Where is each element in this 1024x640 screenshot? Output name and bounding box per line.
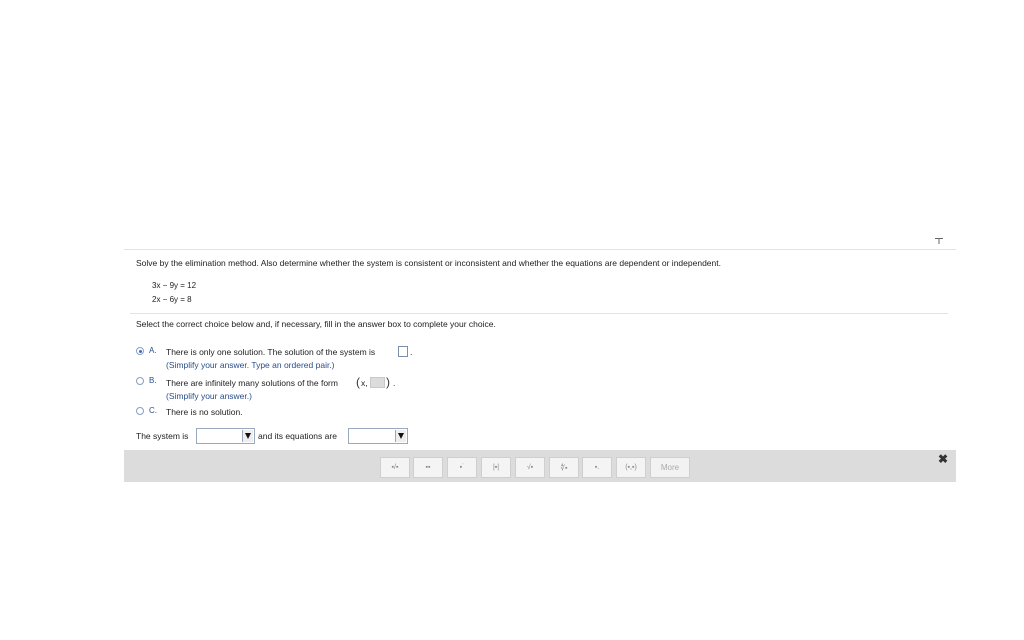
dependence-select[interactable] bbox=[348, 428, 408, 444]
middle-divider bbox=[130, 313, 948, 314]
choice-a-radio[interactable] bbox=[136, 347, 144, 355]
choice-a-hint: (Simplify your answer. Type an ordered p… bbox=[166, 360, 335, 370]
nth-root-button[interactable]: ∜▪ bbox=[549, 457, 579, 478]
exponent-icon: ▪˙ bbox=[459, 464, 465, 471]
ordered-pair-button[interactable]: (▪,▪) bbox=[616, 457, 646, 478]
system-sentence-part1: The system is bbox=[136, 431, 189, 441]
instructions: Select the correct choice below and, if … bbox=[136, 319, 496, 329]
question-prompt: Solve by the elimination method. Also de… bbox=[136, 258, 721, 268]
choice-b-text[interactable]: There are infinitely many solutions of t… bbox=[166, 378, 338, 389]
close-icon[interactable]: ✖ bbox=[938, 452, 948, 466]
absolute-value-icon: |▪| bbox=[492, 464, 500, 471]
square-root-icon: √▪ bbox=[526, 464, 534, 471]
subscript-icon: ▪. bbox=[594, 464, 600, 471]
absolute-value-button[interactable]: |▪| bbox=[481, 457, 511, 478]
fraction-button[interactable]: ▪/▪ bbox=[380, 457, 410, 478]
chevron-down-icon[interactable] bbox=[395, 430, 406, 442]
system-sentence-part2: and its equations are bbox=[258, 431, 337, 441]
ordered-pair-icon: (▪,▪) bbox=[625, 464, 637, 471]
choice-a-letter[interactable]: A. bbox=[149, 346, 157, 355]
chevron-down-icon[interactable] bbox=[242, 430, 253, 442]
choice-b-close-paren: ) bbox=[386, 375, 390, 389]
nth-root-icon: ∜▪ bbox=[560, 464, 568, 472]
choice-b-radio[interactable] bbox=[136, 377, 144, 385]
subscript-button[interactable]: ▪. bbox=[582, 457, 612, 478]
choice-a-answer-box[interactable] bbox=[398, 346, 408, 357]
mixed-number-button[interactable]: ▪▪ bbox=[413, 457, 443, 478]
more-button-label: More bbox=[660, 463, 680, 472]
choice-c-text[interactable]: There is no solution. bbox=[166, 407, 243, 418]
mixed-number-icon: ▪▪ bbox=[425, 464, 431, 471]
choice-b-open-paren: ( bbox=[356, 375, 360, 389]
equation-2: 2x − 6y = 8 bbox=[152, 295, 192, 304]
fraction-icon: ▪/▪ bbox=[391, 464, 399, 471]
choice-a-text[interactable]: There is only one solution. The solution… bbox=[166, 347, 375, 358]
choice-b-form-prefix: x, bbox=[361, 378, 368, 388]
top-divider bbox=[124, 249, 956, 250]
more-button[interactable]: More bbox=[650, 457, 690, 478]
consistency-select[interactable] bbox=[196, 428, 255, 444]
equation-1: 3x − 9y = 12 bbox=[152, 281, 197, 290]
choice-c-letter[interactable]: C. bbox=[149, 406, 157, 415]
choice-b-letter[interactable]: B. bbox=[149, 376, 157, 385]
exponent-button[interactable]: ▪˙ bbox=[447, 457, 477, 478]
choice-b-answer-box[interactable] bbox=[370, 377, 385, 388]
choice-b-hint: (Simplify your answer.) bbox=[166, 391, 252, 401]
choice-b-period: . bbox=[393, 378, 396, 388]
pin-icon[interactable] bbox=[934, 236, 944, 244]
choice-c-radio[interactable] bbox=[136, 407, 144, 415]
choice-a-period: . bbox=[410, 347, 413, 357]
square-root-button[interactable]: √▪ bbox=[515, 457, 545, 478]
